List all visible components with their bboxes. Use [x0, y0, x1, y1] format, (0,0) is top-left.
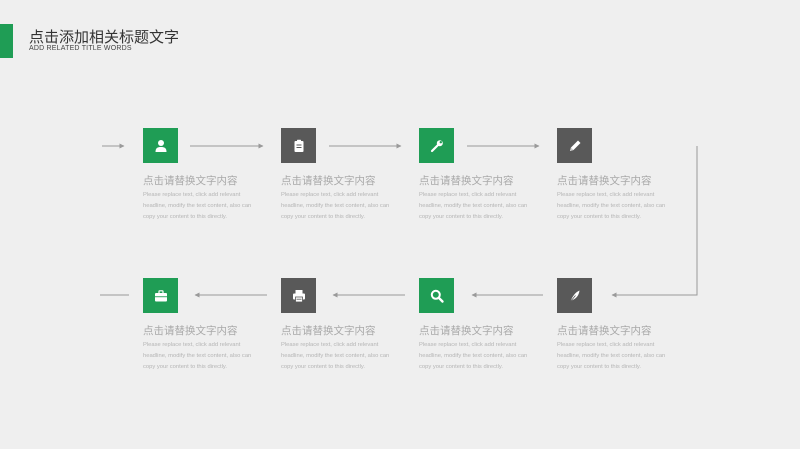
step-3-icon-box — [419, 128, 454, 163]
step-7-icon-box — [419, 278, 454, 313]
step-8-title[interactable]: 点击请替换文字内容 — [557, 323, 652, 338]
step-4-title[interactable]: 点击请替换文字内容 — [557, 173, 652, 188]
briefcase-icon — [154, 289, 167, 301]
printer-icon — [292, 289, 305, 302]
feather-icon — [569, 290, 579, 302]
step-2-description[interactable]: Please replace text, click add relevant … — [281, 190, 399, 223]
step-6-description[interactable]: Please replace text, click add relevant … — [281, 340, 399, 373]
step-1-description[interactable]: Please replace text, click add relevant … — [143, 190, 261, 223]
step-1-title[interactable]: 点击请替换文字内容 — [143, 173, 238, 188]
step-4-description[interactable]: Please replace text, click add relevant … — [557, 190, 675, 223]
step-3-description[interactable]: Please replace text, click add relevant … — [419, 190, 537, 223]
step-5-icon-box — [143, 278, 178, 313]
clipboard-icon — [294, 139, 303, 152]
pencil-icon — [569, 140, 580, 151]
step-8-description[interactable]: Please replace text, click add relevant … — [557, 340, 675, 373]
step-8-icon-box — [557, 278, 592, 313]
wrench-icon — [430, 139, 443, 152]
step-3-title[interactable]: 点击请替换文字内容 — [419, 173, 514, 188]
search-icon — [430, 289, 444, 303]
step-7-description[interactable]: Please replace text, click add relevant … — [419, 340, 537, 373]
step-4-icon-box — [557, 128, 592, 163]
step-1-icon-box — [143, 128, 178, 163]
user-icon — [155, 139, 166, 152]
step-6-icon-box — [281, 278, 316, 313]
step-7-title[interactable]: 点击请替换文字内容 — [419, 323, 514, 338]
flow-connectors — [100, 143, 698, 298]
step-5-title[interactable]: 点击请替换文字内容 — [143, 323, 238, 338]
step-2-icon-box — [281, 128, 316, 163]
step-2-title[interactable]: 点击请替换文字内容 — [281, 173, 376, 188]
step-5-description[interactable]: Please replace text, click add relevant … — [143, 340, 261, 373]
step-6-title[interactable]: 点击请替换文字内容 — [281, 323, 376, 338]
